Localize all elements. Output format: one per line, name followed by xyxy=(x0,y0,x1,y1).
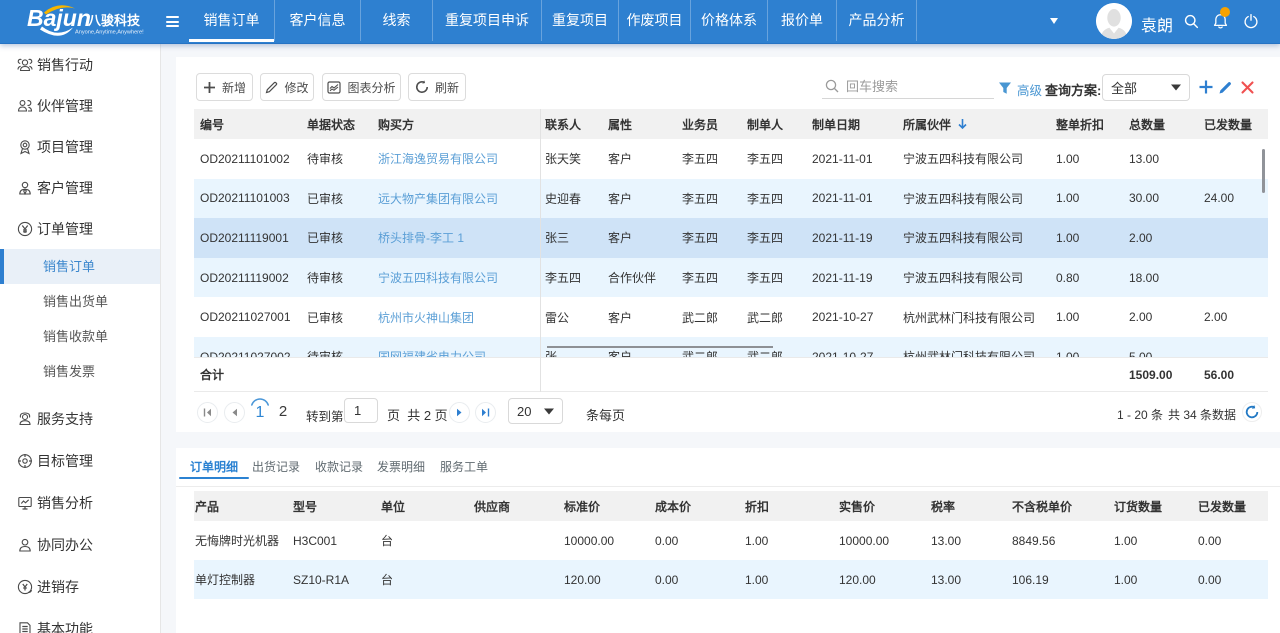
svg-text:Bajun: Bajun xyxy=(27,5,91,31)
svg-text:Anyone,Anytime,Anywhere!: Anyone,Anytime,Anywhere! xyxy=(75,30,144,36)
svg-text:八骏科技: 八骏科技 xyxy=(87,13,141,28)
